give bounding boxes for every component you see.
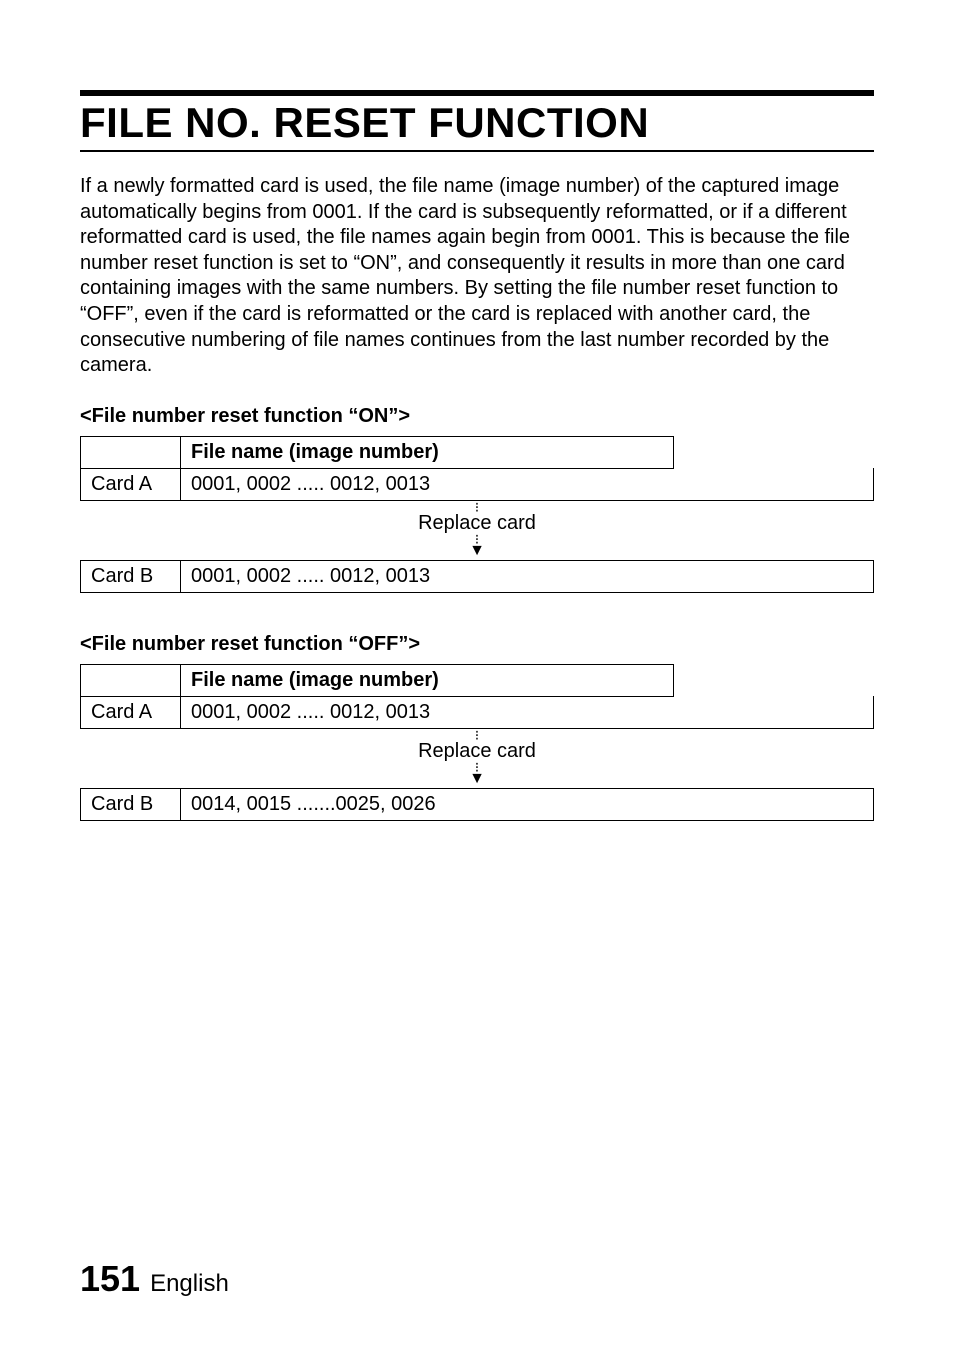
table-on-replace-row: ⁝ Replace card ⁝ ▼ [81, 500, 874, 560]
page-title: FILE NO. RESET FUNCTION [80, 99, 649, 147]
table-off-card-b: Card B [81, 789, 181, 821]
section-on-label: <File number reset function “ON”> [80, 405, 874, 428]
page-language: English [150, 1270, 229, 1298]
table-off: File name (image number) Card A 0001, 00… [80, 664, 874, 821]
vertical-dots-icon: ⁝ [475, 731, 479, 739]
table-off-head-label: File name (image number) [181, 664, 674, 696]
table-off-card-b-values: 0014, 0015 .......0025, 0026 [181, 789, 874, 821]
table-on-card-a-values: 0001, 0002 ..... 0012, 0013 [181, 468, 874, 500]
page-footer: 151 English [80, 1258, 229, 1300]
title-rule: FILE NO. RESET FUNCTION [80, 90, 874, 152]
section-off-label: <File number reset function “OFF”> [80, 633, 874, 656]
table-on-head-empty [81, 436, 181, 468]
arrow-down-icon: ▼ [469, 544, 485, 558]
table-off-replace-row: ⁝ Replace card ⁝ ▼ [81, 728, 874, 788]
page-number: 151 [80, 1258, 140, 1300]
table-off-head-spacer [674, 664, 874, 696]
table-on-head-spacer [674, 436, 874, 468]
table-on-card-b-values: 0001, 0002 ..... 0012, 0013 [181, 560, 874, 592]
table-off-card-a: Card A [81, 696, 181, 728]
intro-paragraph: If a newly formatted card is used, the f… [80, 174, 874, 379]
table-on: File name (image number) Card A 0001, 00… [80, 436, 874, 593]
vertical-dots-icon: ⁝ [475, 503, 479, 511]
table-off-head-empty [81, 664, 181, 696]
table-on-head-label: File name (image number) [181, 436, 674, 468]
table-on-card-a: Card A [81, 468, 181, 500]
table-off-card-a-values: 0001, 0002 ..... 0012, 0013 [181, 696, 874, 728]
table-on-card-b: Card B [81, 560, 181, 592]
arrow-down-icon: ▼ [469, 772, 485, 786]
